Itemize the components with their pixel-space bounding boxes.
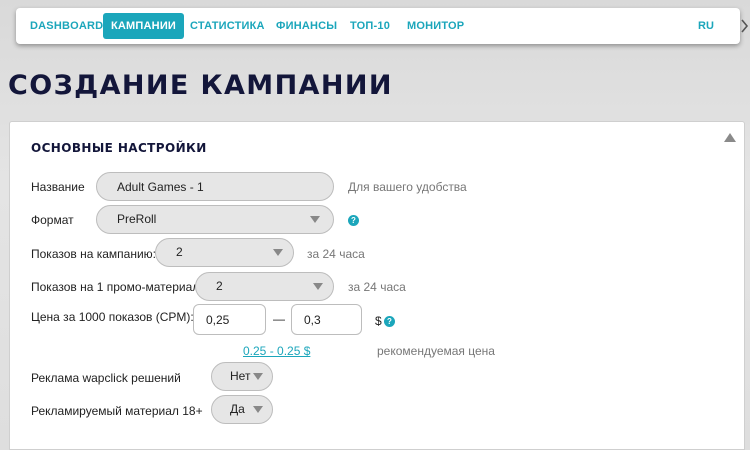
format-value: PreRoll bbox=[117, 212, 157, 226]
nav-item-finances[interactable]: ФИНАНСЫ bbox=[276, 13, 337, 39]
chevron-down-icon bbox=[273, 249, 283, 256]
currency-label: $ bbox=[375, 314, 382, 328]
language-dropdown-icon[interactable] bbox=[739, 16, 750, 36]
nav-item-campaigns[interactable]: КАМПАНИИ bbox=[103, 13, 185, 39]
nav-item-monitor[interactable]: МОНИТОР bbox=[407, 13, 464, 39]
cpm-max-input[interactable] bbox=[291, 304, 362, 335]
nav-item-statistics[interactable]: СТАТИСТИКА bbox=[190, 13, 265, 39]
impressions-campaign-hint: за 24 часа bbox=[307, 247, 365, 261]
impressions-promo-select[interactable]: 2 bbox=[195, 272, 334, 301]
question-icon[interactable]: ? bbox=[384, 316, 395, 327]
recommended-price-link[interactable]: 0.25 - 0.25 $ bbox=[243, 344, 310, 358]
chevron-down-icon bbox=[253, 373, 263, 380]
collapse-icon[interactable] bbox=[723, 131, 737, 143]
nav-item-dashboard[interactable]: DASHBOARD bbox=[30, 13, 103, 39]
nav-item-top10[interactable]: ТОП-10 bbox=[350, 13, 390, 39]
impressions-campaign-select[interactable]: 2 bbox=[155, 238, 294, 267]
page-title: СОЗДАНИЕ КАМПАНИИ bbox=[8, 70, 393, 101]
adult-content-label: Рекламируемый материал 18+ bbox=[31, 404, 203, 418]
basic-settings-panel: ОСНОВНЫЕ НАСТРОЙКИ Название Для вашего у… bbox=[9, 121, 745, 450]
impressions-promo-hint: за 24 часа bbox=[348, 280, 406, 294]
top-navigation: DASHBOARD КАМПАНИИ СТАТИСТИКА ФИНАНСЫ ТО… bbox=[16, 8, 749, 44]
cpm-range-separator: — bbox=[273, 312, 285, 326]
chevron-down-icon bbox=[310, 216, 320, 223]
cpm-min-input[interactable] bbox=[193, 304, 266, 335]
cpm-label: Цена за 1000 показов (CPM): bbox=[31, 310, 194, 324]
question-icon[interactable]: ? bbox=[348, 215, 359, 226]
chevron-down-icon bbox=[253, 406, 263, 413]
name-hint: Для вашего удобства bbox=[348, 180, 467, 194]
impressions-promo-label: Показов на 1 промо-материал: bbox=[31, 280, 203, 294]
section-title: ОСНОВНЫЕ НАСТРОЙКИ bbox=[31, 141, 207, 155]
wapclick-select[interactable]: Нет bbox=[211, 362, 273, 391]
impressions-campaign-label: Показов на кампанию: bbox=[31, 247, 157, 261]
format-select[interactable]: PreRoll bbox=[96, 205, 334, 234]
chevron-down-icon bbox=[313, 283, 323, 290]
impressions-campaign-value: 2 bbox=[176, 245, 183, 259]
impressions-promo-value: 2 bbox=[216, 279, 223, 293]
adult-content-value: Да bbox=[230, 402, 245, 416]
language-selector[interactable]: RU bbox=[698, 13, 714, 39]
name-label: Название bbox=[31, 180, 85, 194]
wapclick-label: Реклама wapclick решений bbox=[31, 371, 181, 385]
format-label: Формат bbox=[31, 213, 74, 227]
wapclick-value: Нет bbox=[230, 369, 251, 383]
recommended-price-label: рекомендуемая цена bbox=[377, 344, 495, 358]
name-input[interactable] bbox=[96, 172, 334, 201]
adult-content-select[interactable]: Да bbox=[211, 395, 273, 424]
